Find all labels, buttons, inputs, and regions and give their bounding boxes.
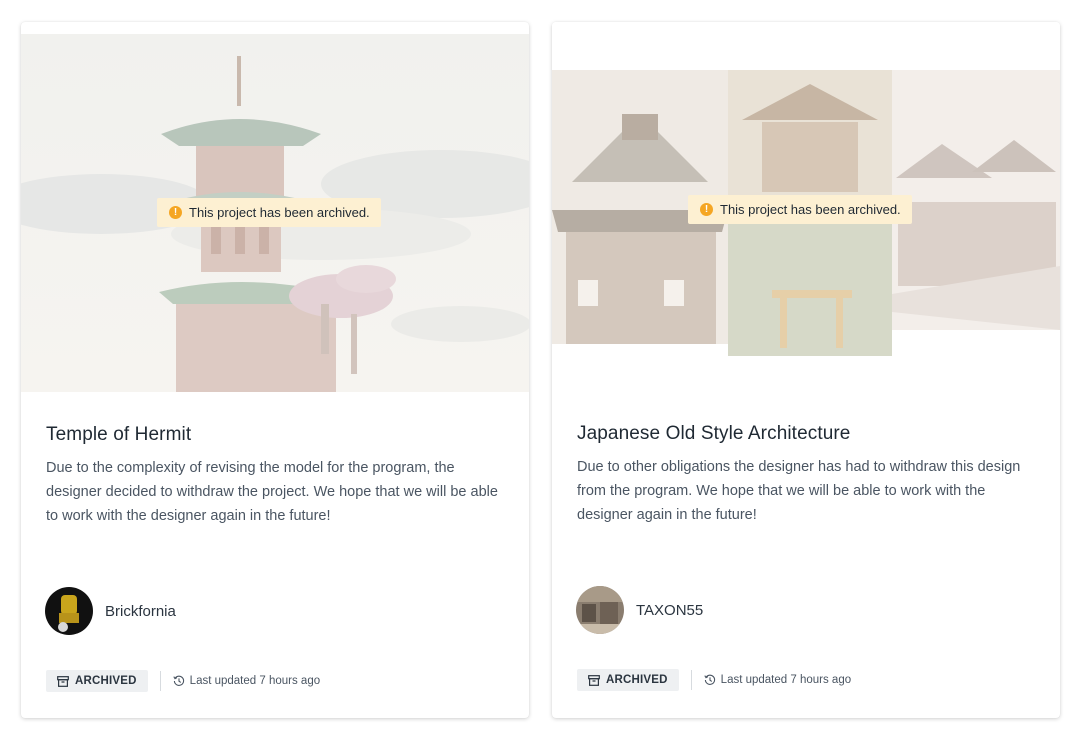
status-label: ARCHIVED [75, 675, 137, 687]
footer-divider [690, 670, 692, 690]
project-image[interactable]: ! This project has been archived. [552, 22, 1060, 392]
status-label: ARCHIVED [606, 674, 668, 686]
status-badge: ARCHIVED [46, 670, 148, 692]
archive-box-icon [57, 675, 69, 687]
footer-divider [159, 671, 161, 691]
history-clock-icon [173, 675, 184, 686]
last-updated-text: Last updated 7 hours ago [720, 674, 852, 686]
archive-notice: ! This project has been archived. [157, 198, 381, 227]
author-name: TAXON55 [636, 601, 704, 619]
archive-notice-text: This project has been archived. [189, 205, 370, 220]
status-badge: ARCHIVED [577, 669, 679, 691]
author[interactable]: TAXON55 [576, 586, 703, 634]
archive-box-icon [588, 674, 600, 686]
project-card[interactable]: ! This project has been archived. Temple… [21, 22, 529, 718]
card-footer: ARCHIVED Last updated 7 hours ago [46, 670, 320, 692]
project-title[interactable]: Japanese Old Style Architecture [577, 423, 850, 445]
last-updated: Last updated 7 hours ago [173, 675, 320, 687]
archive-notice: ! This project has been archived. [688, 195, 912, 224]
archive-notice-text: This project has been archived. [720, 202, 901, 217]
project-description: Due to other obligations the designer ha… [577, 459, 1021, 523]
project-title[interactable]: Temple of Hermit [46, 424, 191, 446]
avatar [576, 586, 624, 634]
last-updated: Last updated 7 hours ago [704, 674, 851, 686]
avatar [45, 587, 93, 635]
warning-icon: ! [700, 203, 713, 216]
author-name: Brickfornia [105, 602, 176, 620]
warning-icon: ! [169, 206, 182, 219]
author[interactable]: Brickfornia [45, 587, 176, 635]
project-description: Due to the complexity of revising the mo… [46, 460, 498, 524]
project-card[interactable]: ! This project has been archived. Japane… [552, 22, 1060, 718]
card-footer: ARCHIVED Last updated 7 hours ago [577, 669, 851, 691]
last-updated-text: Last updated 7 hours ago [189, 675, 321, 687]
project-image[interactable]: ! This project has been archived. [21, 34, 529, 392]
history-clock-icon [704, 674, 715, 685]
